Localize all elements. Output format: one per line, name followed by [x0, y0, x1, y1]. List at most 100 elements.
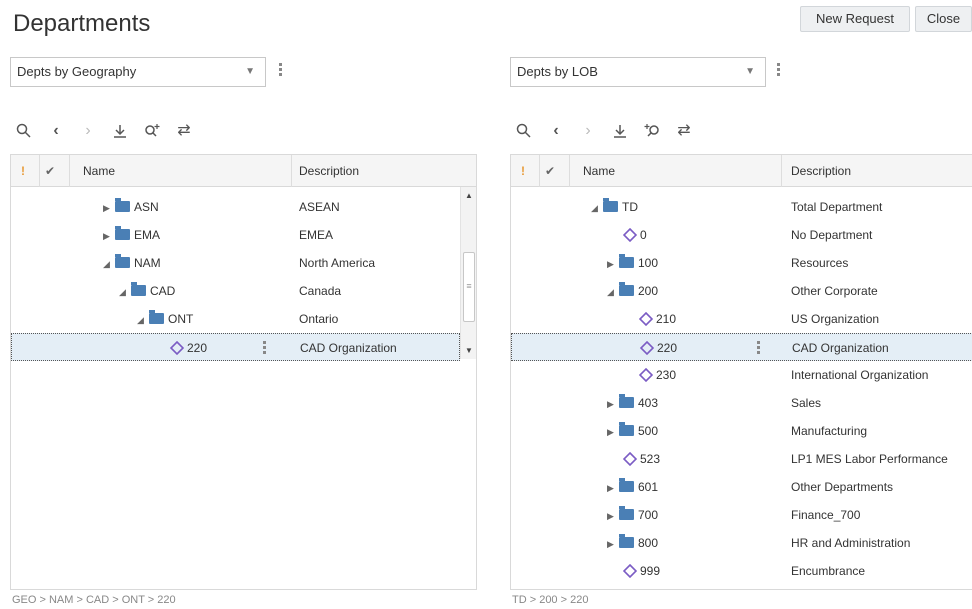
tree-row-selected[interactable]: 220 CAD Organization: [11, 333, 460, 361]
swap-icon[interactable]: ⇄: [174, 120, 194, 142]
left-hierarchy-select[interactable]: Depts by Geography ▼: [10, 57, 266, 87]
search-icon[interactable]: [14, 120, 34, 142]
collapse-icon[interactable]: ◢: [137, 306, 149, 334]
row-actions-icon[interactable]: [756, 341, 762, 357]
folder-icon: [619, 534, 634, 548]
expand-icon[interactable]: ▶: [607, 390, 619, 418]
right-more-options-icon[interactable]: [776, 63, 782, 79]
tree-row[interactable]: 0 No Department: [511, 221, 972, 249]
member-icon: [623, 564, 637, 578]
close-button[interactable]: Close: [915, 6, 972, 32]
name-cell: 230: [639, 361, 676, 389]
tree-row[interactable]: ◢ 200 Other Corporate: [511, 277, 972, 305]
name-cell: ◢ ONT: [137, 305, 193, 333]
tree-row[interactable]: ▶ 800 HR and Administration: [511, 529, 972, 557]
name-cell: 999: [623, 557, 660, 585]
name-cell: ◢ NAM: [103, 249, 161, 277]
back-icon[interactable]: ‹: [546, 120, 566, 142]
expand-icon[interactable]: ▶: [103, 222, 115, 250]
expand-icon[interactable]: ▶: [607, 418, 619, 446]
description-cell: Canada: [299, 284, 342, 298]
description-cell: CAD Organization: [300, 341, 397, 355]
description-cell: North America: [299, 256, 376, 270]
forward-icon[interactable]: ›: [78, 120, 98, 142]
search-icon[interactable]: [514, 120, 534, 142]
search-in-hierarchy-icon[interactable]: [142, 120, 162, 142]
name-cell: 220: [640, 334, 677, 362]
tree-row[interactable]: ▶ 403 Sales: [511, 389, 972, 417]
right-tree-table: ! ✔ Name Description ◢ TD Total Departmen…: [510, 154, 972, 590]
description-cell: HR and Administration: [791, 536, 911, 550]
folder-icon: [115, 254, 130, 268]
check-column-header[interactable]: ✔: [545, 155, 555, 187]
name-cell: ▶ EMA: [103, 221, 160, 249]
new-request-button[interactable]: New Request: [800, 6, 910, 32]
description-cell: Sales: [791, 396, 822, 410]
name-cell: ◢ 200: [607, 277, 658, 305]
row-actions-icon[interactable]: [262, 341, 268, 357]
expand-icon[interactable]: ▶: [607, 502, 619, 530]
left-table-header: ! ✔ Name Description: [11, 155, 476, 187]
tree-row[interactable]: 999 Encumbrance: [511, 557, 972, 585]
expand-icon[interactable]: ▶: [607, 474, 619, 502]
vertical-scrollbar[interactable]: ▲ ≡ ▼: [460, 187, 476, 359]
page-title: Departments: [13, 10, 151, 37]
name-column-header[interactable]: Name: [583, 155, 615, 187]
tree-row[interactable]: ▶ ASN ASEAN: [11, 193, 460, 221]
description-cell: LP1 MES Labor Performance: [791, 452, 948, 466]
tree-row[interactable]: ▶ 700 Finance_700: [511, 501, 972, 529]
description-column-header[interactable]: Description: [299, 155, 359, 187]
left-tree-table: ! ✔ Name Description ▶ ASN ASEAN ▶ EMA EME…: [10, 154, 477, 590]
name-column-header[interactable]: Name: [83, 155, 115, 187]
name-cell: ▶ ASN: [103, 193, 159, 221]
forward-icon[interactable]: ›: [578, 120, 598, 142]
collapse-icon[interactable]: ◢: [119, 278, 131, 306]
collapse-icon[interactable]: ◢: [103, 250, 115, 278]
expand-icon[interactable]: ▶: [607, 250, 619, 278]
folder-icon: [603, 198, 618, 212]
tree-row[interactable]: ◢ TD Total Department: [511, 193, 972, 221]
folder-icon: [149, 310, 164, 324]
expand-icon[interactable]: ▶: [103, 194, 115, 222]
name-cell: ▶ 700: [607, 501, 658, 529]
folder-icon: [115, 198, 130, 212]
tree-row[interactable]: ◢ ONT Ontario: [11, 305, 460, 333]
tree-row[interactable]: ◢ CAD Canada: [11, 277, 460, 305]
name-cell: 220: [170, 334, 207, 362]
scroll-up-icon[interactable]: ▲: [465, 191, 473, 200]
tree-row[interactable]: ▶ 601 Other Departments: [511, 473, 972, 501]
description-cell: Manufacturing: [791, 424, 868, 438]
name-cell: 523: [623, 445, 660, 473]
right-hierarchy-select[interactable]: Depts by LOB ▼: [510, 57, 766, 87]
name-cell: ▶ 800: [607, 529, 658, 557]
scroll-down-icon[interactable]: ▼: [465, 346, 473, 355]
tree-row-selected[interactable]: 220 CAD Organization: [511, 333, 972, 361]
left-more-options-icon[interactable]: [278, 63, 284, 79]
description-column-header[interactable]: Description: [791, 155, 851, 187]
check-column-header[interactable]: ✔: [45, 155, 55, 187]
tree-row[interactable]: 210 US Organization: [511, 305, 972, 333]
tree-row[interactable]: ▶ 100 Resources: [511, 249, 972, 277]
alert-column-header[interactable]: !: [21, 155, 25, 187]
alert-column-header[interactable]: !: [521, 155, 525, 187]
scrollbar-thumb[interactable]: ≡: [463, 252, 475, 322]
description-cell: Other Corporate: [791, 284, 878, 298]
expand-icon[interactable]: ▶: [607, 530, 619, 558]
folder-icon: [619, 254, 634, 268]
back-icon[interactable]: ‹: [46, 120, 66, 142]
tree-row[interactable]: ▶ EMA EMEA: [11, 221, 460, 249]
download-icon[interactable]: [610, 120, 630, 142]
search-in-hierarchy-icon[interactable]: [642, 120, 662, 142]
download-icon[interactable]: [110, 120, 130, 142]
folder-icon: [619, 282, 634, 296]
tree-row[interactable]: ▶ 500 Manufacturing: [511, 417, 972, 445]
folder-icon: [619, 394, 634, 408]
tree-row[interactable]: ◢ NAM North America: [11, 249, 460, 277]
swap-icon[interactable]: ⇄: [674, 120, 694, 142]
name-cell: ◢ CAD: [119, 277, 175, 305]
collapse-icon[interactable]: ◢: [607, 278, 619, 306]
collapse-icon[interactable]: ◢: [591, 194, 603, 222]
tree-row[interactable]: 230 International Organization: [511, 361, 972, 389]
left-breadcrumb: GEO > NAM > CAD > ONT > 220: [12, 594, 176, 606]
tree-row[interactable]: 523 LP1 MES Labor Performance: [511, 445, 972, 473]
